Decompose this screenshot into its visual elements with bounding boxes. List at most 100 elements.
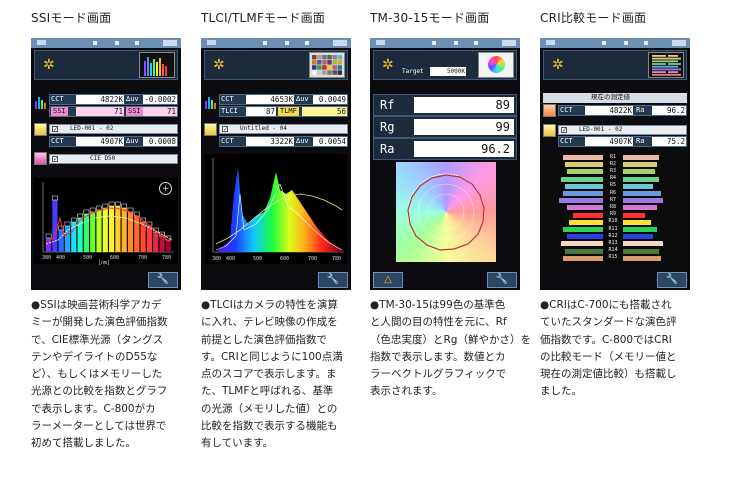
battery-icon [37, 40, 46, 45]
ssi-spectrum-chart: 380 400 500 600 700 780 [nm] + [34, 178, 178, 266]
checkbox-icon[interactable]: ✓ [222, 126, 228, 133]
mode-toolbar[interactable]: ✲ Target 5000K [373, 50, 517, 80]
checkbox-icon[interactable]: ✓ [52, 126, 58, 133]
checker-patch [337, 65, 342, 70]
bottom-bar: 🔧 [540, 270, 690, 290]
description-line: 比較を指数で表示する機能も [201, 420, 338, 433]
status-bar [31, 38, 181, 48]
memory-row[interactable]: ✓ Untitled - 04 [219, 124, 348, 134]
cri-comparison-chart: R1 R2 R3 R4 R5 R6 R7 R8 R9 R10 R11 R12 R13 R14 R15 [543, 152, 687, 264]
current-value-header: 現在の測定値 [543, 93, 687, 103]
ssi-bar-outline [121, 203, 128, 209]
reference-row[interactable]: ✓ CIE D50 [49, 154, 178, 164]
vector-graphic-thumbnail[interactable] [478, 52, 514, 78]
cri-bar-memory [623, 198, 663, 204]
description-line: テンやデイライトのD55な [31, 350, 158, 363]
bluetooth-icon [333, 40, 347, 46]
wrench-icon[interactable]: 🔧 [657, 272, 687, 288]
cri-mini-bar [652, 55, 666, 57]
memory-swatch [543, 124, 556, 137]
cri-bar-memory [623, 169, 655, 175]
cct-label: CCT [560, 106, 573, 114]
cct-label: CCT [51, 95, 64, 103]
description-line: の光源（メモリした値）との [201, 402, 338, 415]
cri-bar-memory [623, 212, 645, 218]
cri-row-label: R10 [608, 218, 618, 225]
checker-patch [332, 55, 337, 60]
spectrum-thumbnail[interactable] [139, 52, 175, 78]
x-tick: 400 [56, 255, 66, 261]
cri-bar-current [563, 191, 603, 196]
duv-label: ∆uv [296, 95, 309, 103]
status-dot [624, 41, 628, 45]
ra-value: 96.2 [652, 106, 686, 115]
checkbox-icon[interactable]: ✓ [52, 156, 58, 163]
cri-bars-thumbnail[interactable] [648, 52, 684, 78]
cri-bar-current [563, 255, 603, 261]
ra-value: 96.2 [414, 141, 514, 157]
magnify-plus-icon[interactable]: + [159, 182, 172, 195]
x-tick: 500 [253, 256, 263, 262]
cri-bar-memory [623, 176, 659, 182]
description-line: で表示します。C-800がカ [31, 402, 156, 415]
wrench-icon[interactable]: 🔧 [148, 272, 178, 288]
ssi-bar [140, 222, 146, 252]
cri-row-label: R13 [608, 239, 618, 246]
mode-toolbar[interactable]: ✲ [543, 50, 687, 80]
cct-value: 4822K [585, 106, 633, 115]
triangle-icon[interactable]: △ [373, 272, 403, 288]
color-vector-graphic [396, 162, 496, 262]
cri-bar-current [573, 212, 603, 218]
cri-mini-bar [668, 68, 681, 71]
spectrum-plot [212, 158, 344, 253]
checker-patch [317, 55, 322, 60]
cct-row: CCT 4822K ∆uv -0.0002 [49, 94, 178, 105]
cri-bar-current [565, 183, 603, 189]
duv2-label: ∆uv [296, 137, 309, 145]
cri-bar-memory [623, 183, 653, 189]
memory-row[interactable]: ✓ LED-001 - 02 [558, 125, 687, 135]
sun-icon[interactable]: ✲ [213, 58, 225, 72]
duv-value: 0.0049 [313, 95, 347, 104]
ssi-label-2: SSI [126, 107, 143, 116]
checkbox-icon[interactable]: ✓ [561, 127, 567, 134]
memory-row[interactable]: ✓ LED-001 - 02 [49, 124, 178, 134]
duv-value: -0.0002 [143, 95, 177, 104]
description-line: た、TLMFと呼ばれる、基準 [201, 385, 334, 398]
x-tick: 700 [138, 255, 148, 261]
ssi-bar-outline [102, 203, 109, 209]
cri-mini-bar [652, 65, 670, 68]
x-axis-ticks: 380 400 500 600 700 780 [208, 255, 344, 262]
sun-icon[interactable]: ✲ [382, 58, 394, 72]
sun-icon[interactable]: ✲ [43, 58, 55, 72]
cri-mini-bars [652, 55, 681, 76]
sun-icon[interactable]: ✲ [552, 58, 564, 72]
wrench-icon[interactable]: 🔧 [487, 272, 517, 288]
status-dot [602, 41, 606, 45]
cri-bar-current [565, 162, 603, 168]
cri-bar-current [559, 198, 603, 204]
status-dot [93, 41, 97, 45]
ssi-bar [109, 206, 115, 252]
wrench-icon[interactable]: 🔧 [318, 272, 348, 288]
cri-bar-memory [623, 234, 653, 240]
ra-label: Ra [636, 106, 645, 114]
cct2-value: 3322K [246, 137, 294, 146]
target-value: 5000K [430, 67, 466, 76]
ssi-bar-outline [70, 217, 77, 223]
bottom-bar: 🔧 [31, 270, 181, 290]
ssi-bar [64, 226, 71, 252]
mode-toolbar[interactable]: ✲ [204, 50, 348, 80]
cri-mini-bar [652, 73, 670, 76]
description-line: 現在の測定値比較）も搭載し [540, 368, 677, 381]
ssi-bar [102, 208, 108, 252]
duv-label: ∆uv [126, 95, 139, 103]
cri-bar-current [569, 219, 603, 225]
color-checker-thumbnail[interactable] [309, 52, 345, 78]
mode-toolbar[interactable]: ✲ [34, 50, 178, 80]
battery-icon [207, 40, 216, 45]
description-line: す。CRIと同じように100点満 [201, 350, 343, 363]
cri-bar-current [567, 205, 603, 211]
description: ●TLCIはカメラの特性を演算 に入れ、テレビ映像の作成を 前提とした演色評価指… [201, 297, 363, 453]
memory-label: Untitled - 04 [240, 125, 287, 132]
